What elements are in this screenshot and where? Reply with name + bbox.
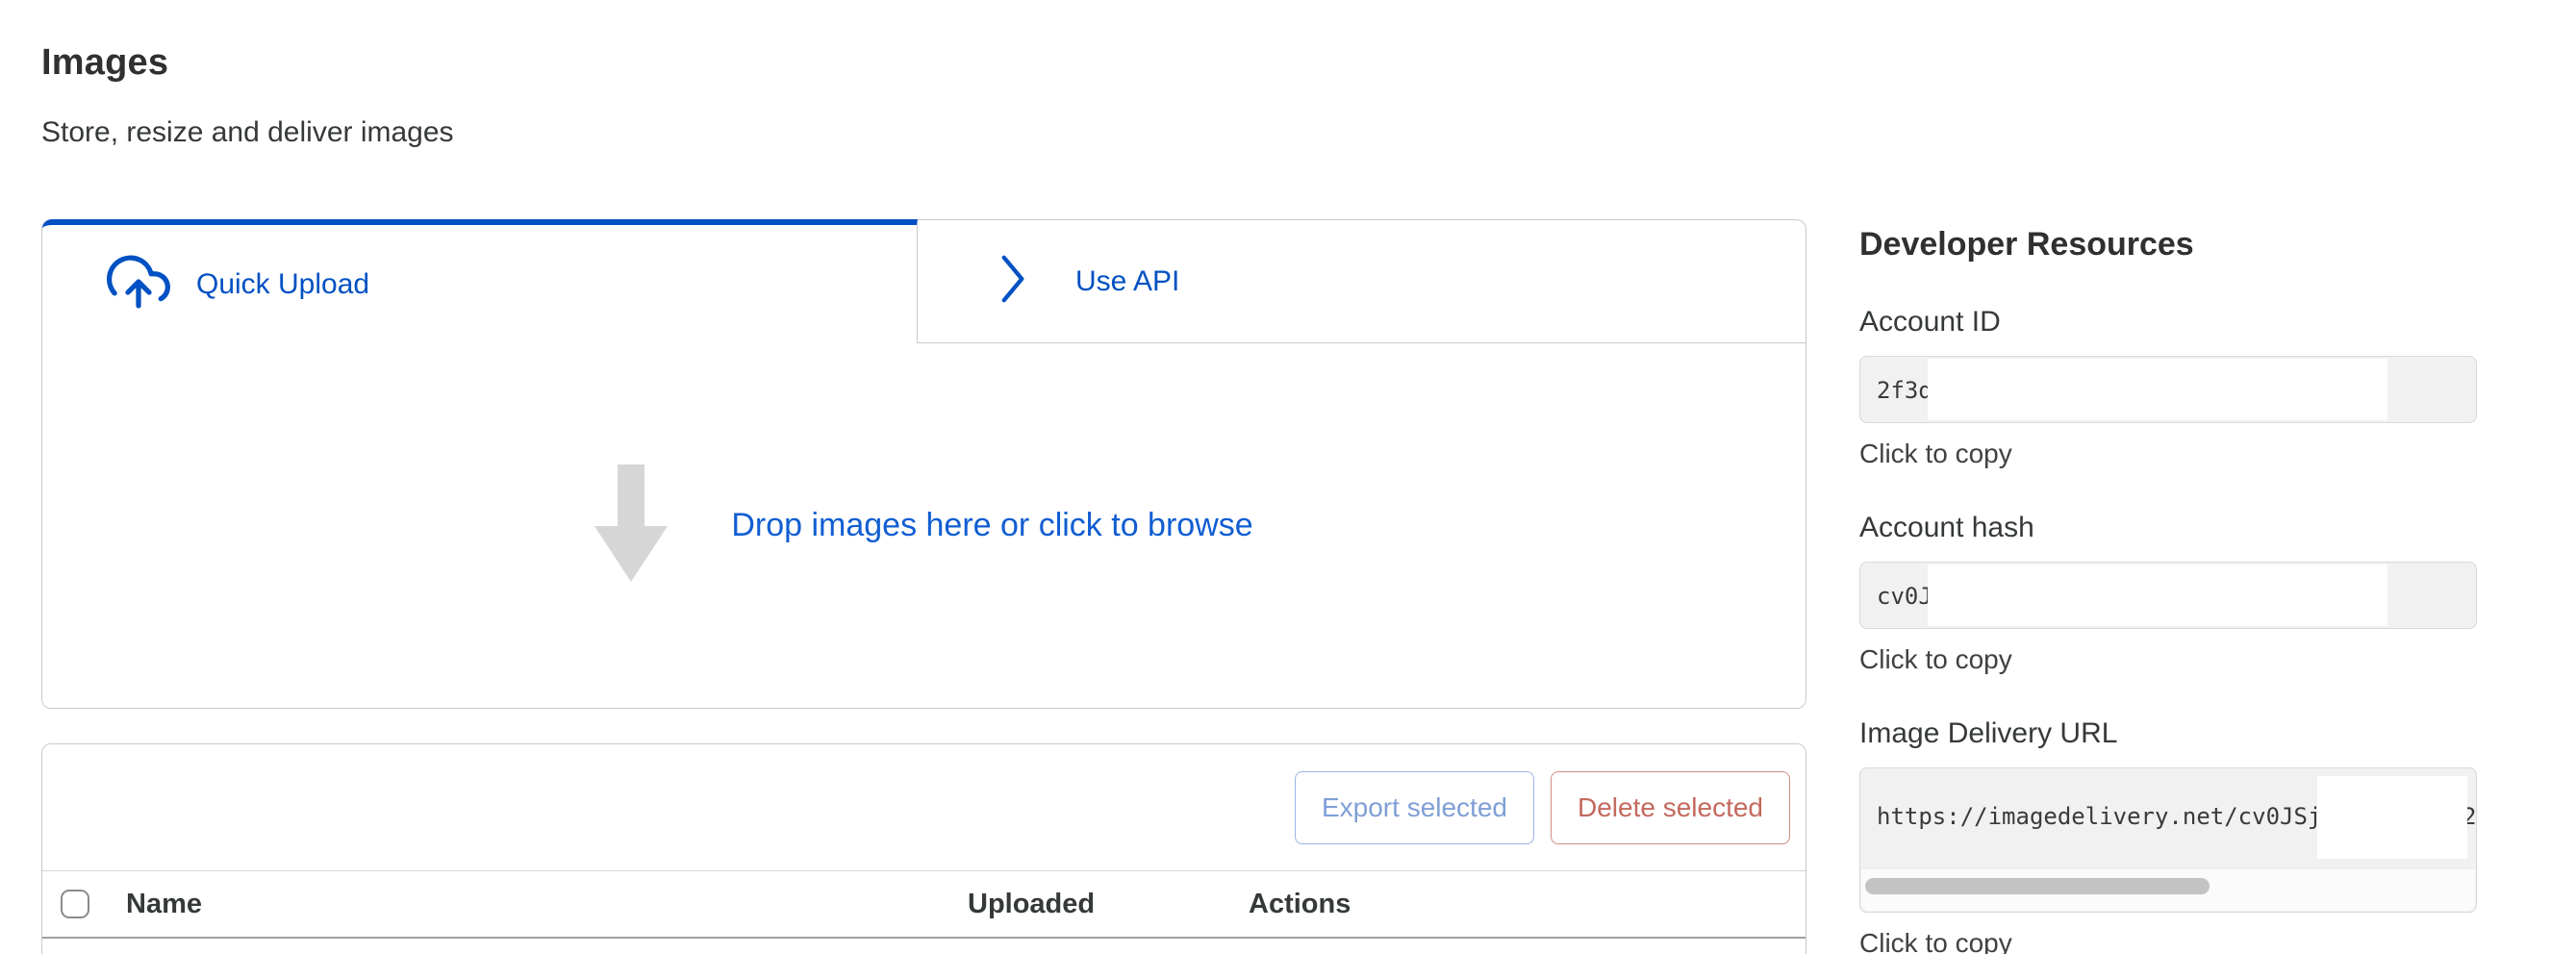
image-dropzone[interactable]: Drop images here or click to browse <box>42 343 1806 708</box>
select-all-checkbox-cell <box>42 890 126 918</box>
redaction-overlay <box>1928 565 2387 626</box>
delete-selected-button[interactable]: Delete selected <box>1551 771 1790 844</box>
image-delivery-url-field: Image Delivery URL https://imagedelivery… <box>1859 717 2477 954</box>
image-delivery-url-label: Image Delivery URL <box>1859 717 2477 750</box>
account-hash-field: Account hash cv0J Click to copy <box>1859 512 2477 675</box>
page-title: Images <box>41 0 1806 85</box>
redaction-overlay <box>2317 776 2467 859</box>
account-id-field: Account ID 2f3d Click to copy <box>1859 306 2477 469</box>
list-toolbar: Export selected Delete selected <box>42 744 1806 871</box>
down-arrow-icon <box>594 464 668 587</box>
select-all-checkbox[interactable] <box>61 890 89 918</box>
image-delivery-url-value-box[interactable]: https://imagedelivery.net/cv0JSj 2 <box>1859 767 2477 913</box>
image-list-panel: Export selected Delete selected Name Upl… <box>41 743 1806 954</box>
image-delivery-url-value: https://imagedelivery.net/cv0JSj <box>1877 768 2321 865</box>
account-hash-label: Account hash <box>1859 512 2477 544</box>
export-selected-button[interactable]: Export selected <box>1295 771 1534 844</box>
image-delivery-url-copy-hint: Click to copy <box>1859 928 2477 954</box>
main-content: Images Store, resize and deliver images … <box>41 0 1806 954</box>
horizontal-scrollbar-track <box>1861 868 2475 911</box>
developer-resources-sidebar: Developer Resources Account ID 2f3d Clic… <box>1859 0 2477 954</box>
account-hash-value: cv0J <box>1877 563 1932 629</box>
dropzone-label: Drop images here or click to browse <box>731 507 1252 544</box>
column-header-name: Name <box>126 889 968 920</box>
image-table-header: Name Uploaded Actions <box>42 871 1806 939</box>
upload-panel: Quick Upload Use API Drop images here or… <box>41 219 1806 709</box>
account-id-value: 2f3d <box>1877 357 1932 423</box>
tab-quick-upload[interactable]: Quick Upload <box>42 219 918 343</box>
redaction-overlay <box>1928 359 2387 420</box>
column-header-actions: Actions <box>1249 889 1806 920</box>
cloud-upload-icon <box>102 254 175 314</box>
upload-tab-row: Quick Upload Use API <box>42 219 1806 343</box>
chevron-right-icon <box>998 254 1027 309</box>
tab-use-api-label: Use API <box>1075 265 1179 298</box>
page-subtitle: Store, resize and deliver images <box>41 114 1806 151</box>
column-header-uploaded: Uploaded <box>968 889 1249 920</box>
account-id-copy-hint: Click to copy <box>1859 439 2477 469</box>
tab-use-api[interactable]: Use API <box>918 219 1806 343</box>
account-hash-copy-hint: Click to copy <box>1859 644 2477 675</box>
horizontal-scrollbar-thumb[interactable] <box>1865 878 2210 894</box>
tab-quick-upload-label: Quick Upload <box>196 268 369 301</box>
account-id-label: Account ID <box>1859 306 2477 339</box>
account-id-value-box[interactable]: 2f3d <box>1859 356 2477 423</box>
account-hash-value-box[interactable]: cv0J <box>1859 562 2477 629</box>
sidebar-heading: Developer Resources <box>1859 0 2477 264</box>
